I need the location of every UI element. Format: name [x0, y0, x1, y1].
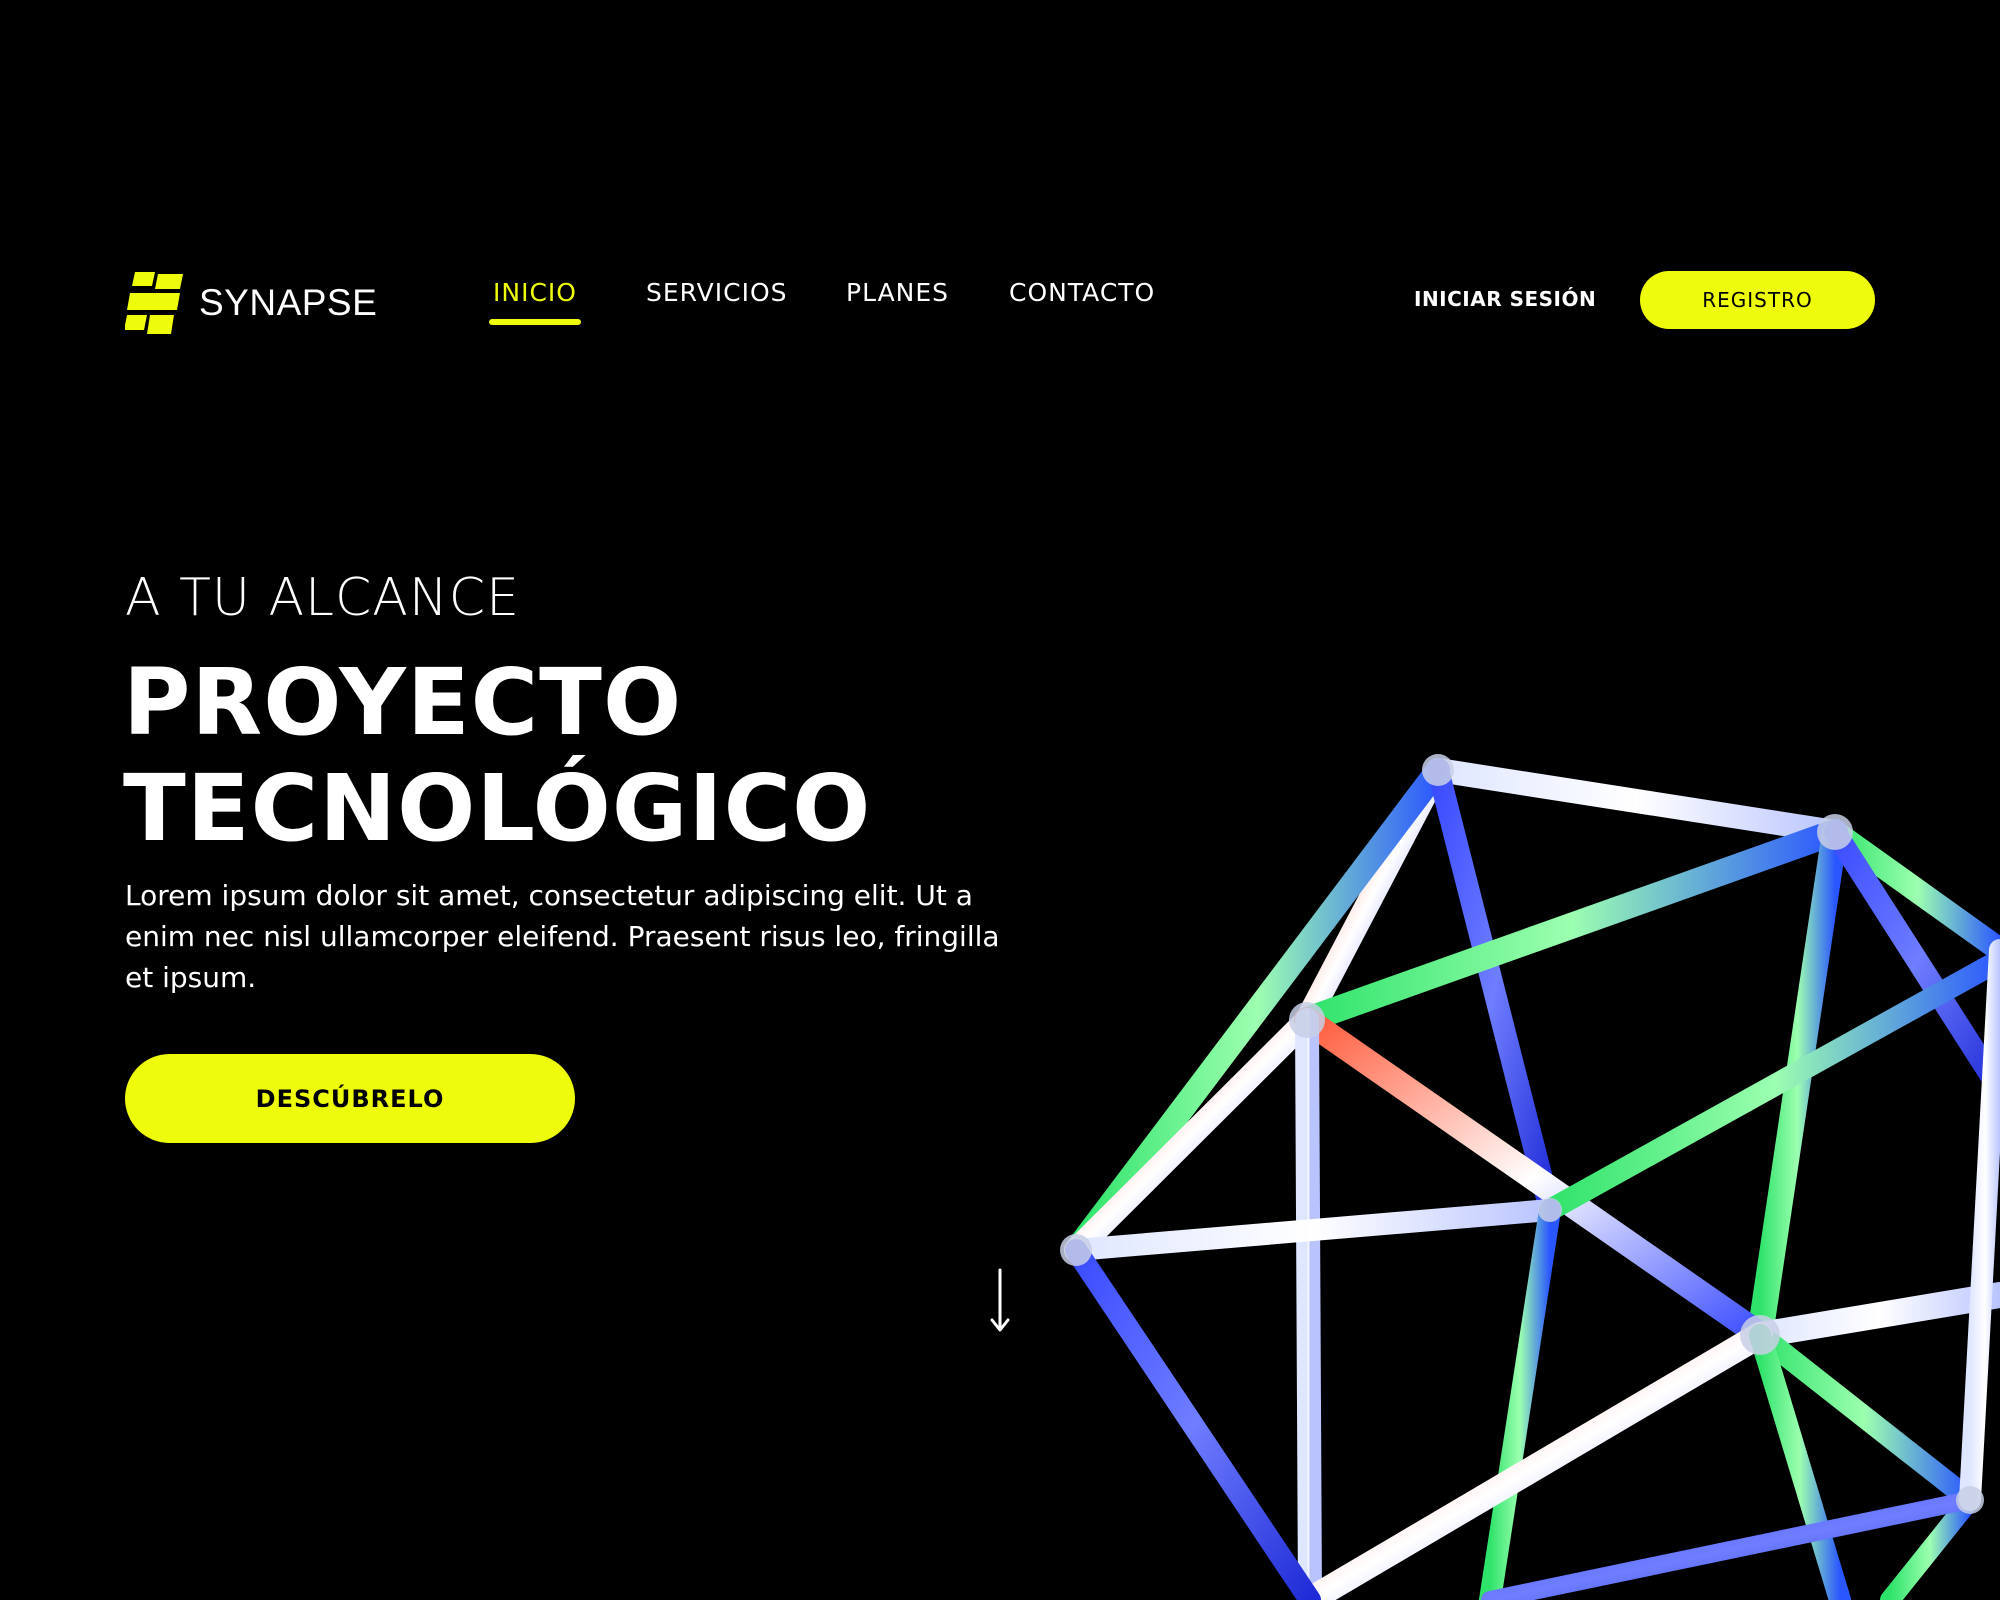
hero-eyebrow: A TU ALCANCE [125, 568, 520, 628]
nav-item-inicio[interactable]: INICIO [493, 278, 577, 307]
discover-button[interactable]: DESCÚBRELO [125, 1054, 575, 1143]
hero-title: PROYECTO TECNOLÓGICO [123, 650, 871, 862]
logo-icon [125, 272, 183, 334]
hero-title-line-2: TECNOLÓGICO [123, 755, 872, 862]
hero-title-line-1: PROYECTO [123, 649, 683, 756]
brand-logo[interactable]: SYNAPSE [125, 272, 377, 334]
hero-description: Lorem ipsum dolor sit amet, consectetur … [125, 879, 1000, 994]
arrow-down-icon[interactable] [988, 1268, 1012, 1334]
nav-item-servicios[interactable]: SERVICIOS [646, 278, 788, 307]
active-nav-indicator [489, 319, 581, 325]
register-button[interactable]: REGISTRO [1640, 271, 1875, 329]
icosahedron-image [1060, 754, 2000, 1600]
nav-item-contacto[interactable]: CONTACTO [1009, 278, 1155, 307]
nav-item-planes[interactable]: PLANES [846, 278, 949, 307]
brand-name: SYNAPSE [199, 282, 378, 323]
login-link[interactable]: INICIAR SESIÓN [1414, 287, 1596, 311]
